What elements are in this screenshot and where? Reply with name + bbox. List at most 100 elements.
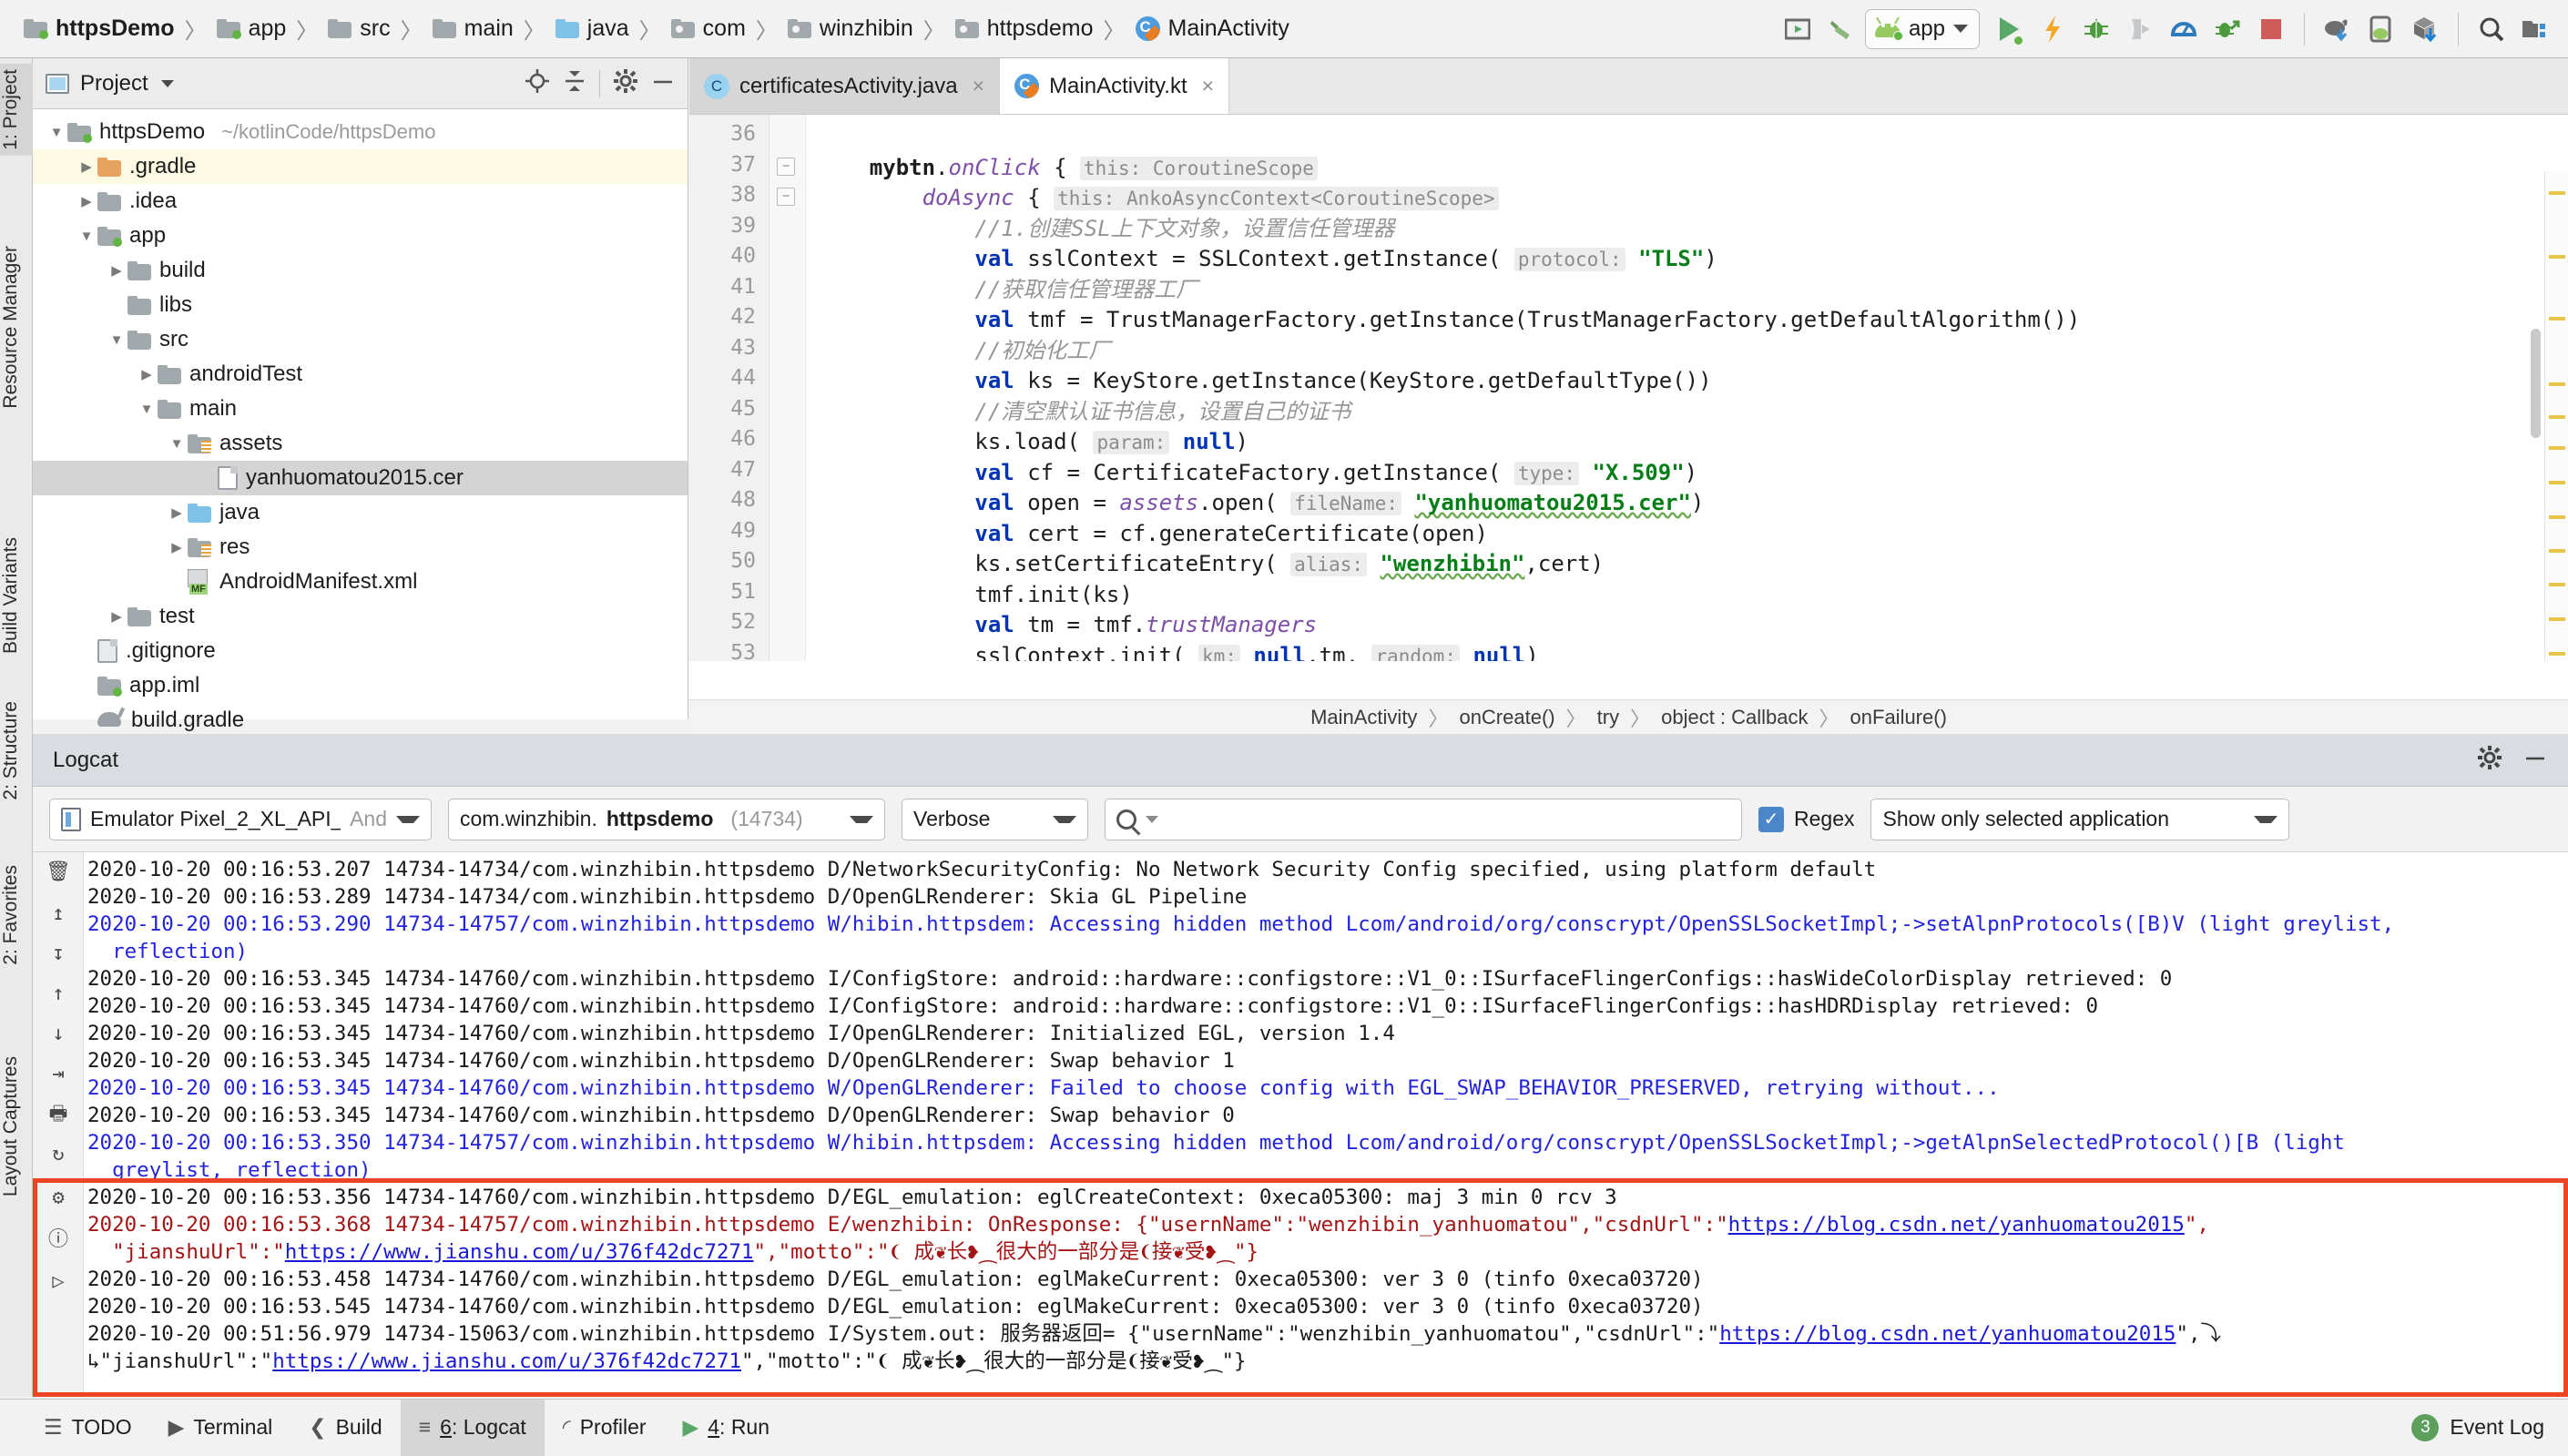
gear-icon[interactable] xyxy=(2477,745,2502,776)
run-configuration-selector[interactable]: app xyxy=(1864,8,1980,49)
tree-node[interactable]: test xyxy=(33,599,688,634)
avd-manager-icon[interactable] xyxy=(2361,9,2401,49)
close-icon[interactable]: × xyxy=(973,74,984,98)
editor-breadcrumb-item[interactable]: onFailure() xyxy=(1850,706,1947,729)
apply-changes-icon[interactable] xyxy=(2033,9,2073,49)
tree-node[interactable]: main xyxy=(33,392,688,426)
project-tree[interactable]: httpsDemo ~/kotlinCode/httpsDemo .gradle .i… xyxy=(33,109,688,738)
settings-icon[interactable]: ⚙ xyxy=(44,1184,73,1213)
editor-breadcrumb-item[interactable]: try xyxy=(1597,706,1619,729)
tree-node[interactable]: yanhuomatou2015.cer xyxy=(33,461,688,495)
breadcrumb-item-mainactivity[interactable]: C MainActivity xyxy=(1135,15,1289,42)
breadcrumb-item-src[interactable]: src xyxy=(328,15,391,42)
logcat-link[interactable]: https://blog.csdn.net/yanhuomatou2015 xyxy=(1719,1322,2176,1346)
status-tab-build[interactable]: ❮ Build xyxy=(290,1400,400,1456)
editor-breadcrumb[interactable]: MainActivity 〉 onCreate() 〉 try 〉 object : Cal… xyxy=(689,699,2568,734)
profiler-icon[interactable] xyxy=(2164,9,2204,49)
minimize-icon[interactable] xyxy=(2522,745,2548,776)
process-selector[interactable]: com.winzhibin. httpsdemo (14734) xyxy=(448,798,885,840)
debug-app-icon[interactable] xyxy=(2207,9,2247,49)
tree-expand-arrow-icon[interactable] xyxy=(166,539,188,555)
editor-breadcrumb-item[interactable]: object : Callback xyxy=(1661,706,1808,729)
collapse-all-icon[interactable] xyxy=(563,69,586,98)
logcat-link[interactable]: https://blog.csdn.net/yanhuomatou2015 xyxy=(1728,1213,2185,1237)
tree-node[interactable]: .idea xyxy=(33,184,688,219)
soft-wrap-icon[interactable]: ⇥ xyxy=(44,1060,73,1089)
arrow-down-icon[interactable]: ↓ xyxy=(44,1020,73,1049)
chevron-down-icon[interactable] xyxy=(160,79,174,87)
minimize-icon[interactable] xyxy=(651,69,675,98)
tree-node[interactable]: httpsDemo ~/kotlinCode/httpsDemo xyxy=(33,115,688,149)
preview-icon[interactable] xyxy=(1778,9,1818,49)
tree-expand-arrow-icon[interactable] xyxy=(76,229,97,244)
tree-expand-arrow-icon[interactable] xyxy=(166,504,188,521)
tree-expand-arrow-icon[interactable] xyxy=(166,436,188,452)
tree-node[interactable]: MF AndroidManifest.xml xyxy=(33,565,688,599)
stop-icon[interactable] xyxy=(2251,9,2291,49)
tree-expand-arrow-icon[interactable] xyxy=(106,332,127,348)
arrow-up-icon[interactable]: ↑ xyxy=(44,980,73,1009)
editor-tab-mainactivity-kt[interactable]: C MainActivity.kt × xyxy=(1000,58,1230,114)
status-tab-profiler[interactable]: ◜ Profiler xyxy=(545,1400,665,1456)
device-selector[interactable]: Emulator Pixel_2_XL_API_28 And xyxy=(49,798,432,840)
editor-code[interactable]: mybtn.onClick { this: CoroutineScope doA… xyxy=(817,115,2568,661)
tree-node[interactable]: .gitignore xyxy=(33,634,688,668)
breadcrumb-item-java[interactable]: java xyxy=(555,15,629,42)
breadcrumb-item-httpsdemo[interactable]: httpsdemo xyxy=(954,15,1094,42)
breadcrumb-item-main[interactable]: main xyxy=(432,15,514,42)
breadcrumb-item-winzhibin[interactable]: winzhibin xyxy=(787,15,913,42)
tree-expand-arrow-icon[interactable] xyxy=(76,158,97,175)
tree-expand-arrow-icon[interactable] xyxy=(46,125,67,140)
logcat-link[interactable]: https://www.jianshu.com/u/376f42dc7271 xyxy=(285,1240,754,1264)
tool-window-tab-resource-manager[interactable]: Resource Manager xyxy=(0,240,33,414)
sync-gradle-icon[interactable] xyxy=(2318,9,2358,49)
status-tab-todo[interactable]: ☰ TODO xyxy=(25,1400,150,1456)
tool-window-tab-build-variants[interactable]: Build Variants xyxy=(0,532,33,659)
tree-node[interactable]: build xyxy=(33,253,688,288)
editor-breadcrumb-item[interactable]: onCreate() xyxy=(1459,706,1554,729)
scroll-up-icon[interactable]: ↥ xyxy=(44,900,73,929)
tree-node[interactable]: .gradle xyxy=(33,149,688,184)
scroll-down-icon[interactable]: ↧ xyxy=(44,940,73,969)
tree-node[interactable]: libs xyxy=(33,288,688,322)
tree-node[interactable]: res xyxy=(33,530,688,565)
status-tab-run[interactable]: ▶ 4: Run xyxy=(665,1400,788,1456)
tree-node[interactable]: java xyxy=(33,495,688,530)
project-structure-icon[interactable] xyxy=(2515,9,2555,49)
tool-window-tab-favorites[interactable]: 2: Favorites xyxy=(0,860,33,971)
attach-debugger-icon[interactable] xyxy=(2120,9,2160,49)
code-fold-icon[interactable]: − xyxy=(777,188,795,206)
tree-node[interactable]: build.gradle xyxy=(33,703,688,738)
search-everywhere-icon[interactable] xyxy=(2471,9,2512,49)
tree-expand-arrow-icon[interactable] xyxy=(106,608,127,625)
debug-icon[interactable] xyxy=(2076,9,2116,49)
breadcrumb-item-httpsdemo[interactable]: httpsDemo xyxy=(24,15,175,42)
log-level-selector[interactable]: Verbose xyxy=(902,798,1088,840)
tree-node[interactable]: src xyxy=(33,322,688,357)
tool-window-tab-structure[interactable]: 2: Structure xyxy=(0,696,33,806)
print-icon[interactable]: 🖶 xyxy=(44,1100,73,1129)
logcat-link[interactable]: https://www.jianshu.com/u/376f42dc7271 xyxy=(272,1349,741,1373)
tree-expand-arrow-icon[interactable] xyxy=(136,402,158,417)
editor-body[interactable]: 3637383940414243444546474849505152535455… xyxy=(689,115,2568,661)
tree-node[interactable]: app xyxy=(33,219,688,253)
help-icon[interactable]: ⓘ xyxy=(44,1226,73,1255)
tree-node[interactable]: assets xyxy=(33,426,688,461)
locate-icon[interactable] xyxy=(525,68,550,99)
breadcrumb-item-com[interactable]: com xyxy=(670,15,746,42)
screenshot-icon[interactable]: ▷ xyxy=(44,1268,73,1297)
tool-window-tab-layout-captures[interactable]: Layout Captures xyxy=(0,1051,33,1202)
code-fold-icon[interactable]: − xyxy=(777,157,795,176)
regex-checkbox[interactable]: ✓ Regex xyxy=(1758,806,1854,832)
tree-node[interactable]: androidTest xyxy=(33,357,688,392)
status-tab-logcat[interactable]: ≡ 6: Logcat xyxy=(400,1399,545,1456)
editor-tab-certificatesactivity-java[interactable]: CcertificatesActivity.java × xyxy=(689,58,1001,114)
search-input[interactable] xyxy=(1105,798,1742,840)
status-tab-terminal[interactable]: ▶ Terminal xyxy=(150,1400,291,1456)
close-icon[interactable]: × xyxy=(1202,74,1214,98)
gear-icon[interactable] xyxy=(613,68,638,99)
tree-expand-arrow-icon[interactable] xyxy=(106,262,127,279)
breadcrumb-item-app[interactable]: app xyxy=(216,15,286,42)
run-icon[interactable] xyxy=(1989,9,2029,49)
tree-expand-arrow-icon[interactable] xyxy=(76,193,97,209)
